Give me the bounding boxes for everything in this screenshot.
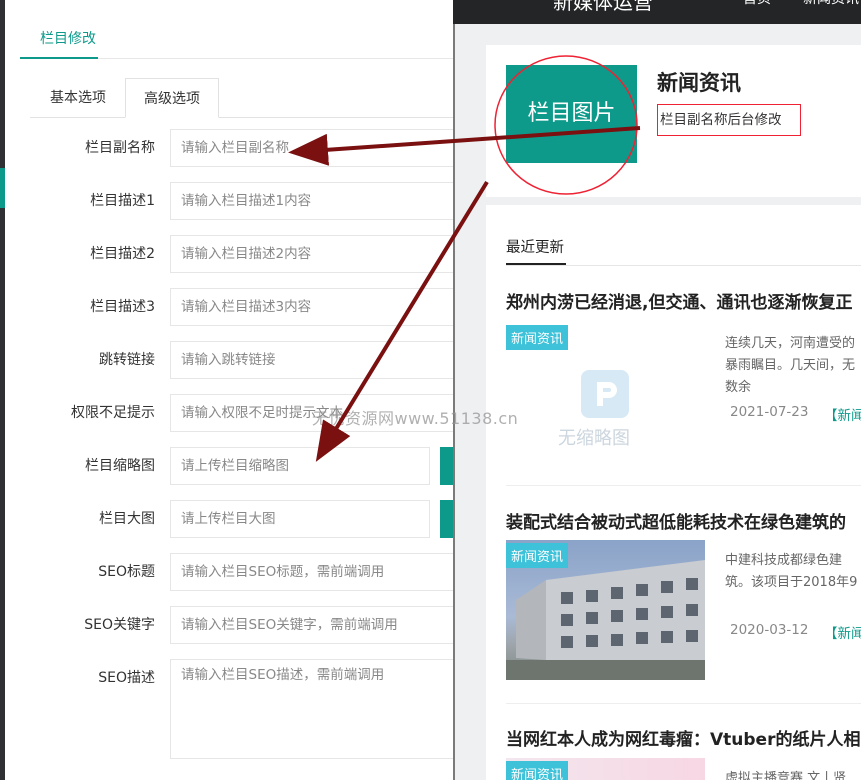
category-title: 新闻资讯 — [657, 71, 741, 95]
article-separator — [506, 703, 861, 704]
article-summary: 连续几天，河南遭受的暴雨瞩目。几天间，无数余 — [725, 336, 856, 395]
frontend-preview-panel: 新媒体运营 首页 新闻资讯 栏目图片 新闻资讯 栏目副名称后台修改 最近更新 郑… — [453, 0, 861, 780]
subtab-basic[interactable]: 基本选项 — [30, 78, 126, 118]
article-tag[interactable]: 新闻资讯 — [506, 761, 569, 780]
article-title[interactable]: 装配式结合被动式超低能耗技术在绿色建筑的 — [506, 508, 846, 533]
article-tag[interactable]: 新闻资讯 — [506, 325, 569, 350]
article-separator — [506, 485, 861, 486]
category-image: 栏目图片 — [506, 65, 637, 163]
article-summary: 中建科技成都绿色建筑。该项目于2018年9 — [725, 553, 858, 590]
preview-nav-home[interactable]: 首页 — [743, 0, 771, 8]
field-label-desc3: 栏目描述3 — [90, 299, 155, 315]
article-category-link[interactable]: 【新闻 — [824, 404, 861, 424]
article-title[interactable]: 郑州内涝已经消退,但交通、通讯也逐渐恢复正 — [506, 288, 852, 313]
field-label-seo-title: SEO标题 — [98, 564, 155, 580]
preview-header: 新媒体运营 首页 新闻资讯 — [453, 0, 861, 24]
watermark: 无忧资源网www.51138.cn — [312, 409, 519, 428]
field-label-permission: 权限不足提示 — [71, 405, 155, 421]
subname-input[interactable]: 请输入栏目副名称 — [170, 129, 460, 167]
field-label-thumbnail: 栏目缩略图 — [85, 458, 155, 474]
desc2-input[interactable]: 请输入栏目描述2内容 — [170, 235, 460, 273]
seo-title-input[interactable]: 请输入栏目SEO标题，需前端调用 — [170, 553, 460, 591]
desc1-input[interactable]: 请输入栏目描述1内容 — [170, 182, 460, 220]
preview-nav-news[interactable]: 新闻资讯 — [803, 0, 859, 8]
preview-border — [453, 24, 455, 780]
seo-desc-textarea[interactable]: 请输入栏目SEO描述，需前端调用 — [170, 659, 460, 759]
subtab-divider — [30, 117, 460, 118]
category-subtitle: 栏目副名称后台修改 — [657, 104, 801, 136]
article-tag[interactable]: 新闻资讯 — [506, 543, 569, 568]
preview-site-title: 新媒体运营 — [553, 0, 653, 14]
article-category-link[interactable]: 【新闻 — [824, 622, 861, 642]
subtab-advanced[interactable]: 高级选项 — [125, 78, 219, 118]
no-thumbnail-icon — [581, 370, 629, 418]
tab-column-edit[interactable]: 栏目修改 — [40, 28, 96, 48]
desc3-input[interactable]: 请输入栏目描述3内容 — [170, 288, 460, 326]
field-label-desc2: 栏目描述2 — [90, 246, 155, 262]
article-title[interactable]: 当网红本人成为网红毒瘤：Vtuber的纸片人相 — [506, 725, 860, 750]
field-label-banner: 栏目大图 — [99, 511, 155, 527]
article-date: 2021-07-23 — [730, 404, 809, 420]
article-summary: 虚拟主播竞赛 文丨贤 — [725, 771, 847, 780]
article-date: 2020-03-12 — [730, 622, 809, 638]
banner-input[interactable]: 请上传栏目大图 — [170, 500, 430, 538]
field-label-seo-keywords: SEO关键字 — [84, 617, 155, 633]
recent-underline — [506, 263, 566, 265]
field-label-subname: 栏目副名称 — [85, 140, 155, 156]
seo-keywords-input[interactable]: 请输入栏目SEO关键字，需前端调用 — [170, 606, 460, 644]
tab-active-underline — [20, 57, 98, 59]
no-thumbnail-text: 无缩略图 — [558, 428, 630, 449]
no-thumbnail-glyph — [597, 382, 617, 406]
recent-title: 最近更新 — [506, 240, 564, 256]
recent-divider — [506, 265, 861, 266]
link-input[interactable]: 请输入跳转链接 — [170, 341, 460, 379]
thumbnail-input[interactable]: 请上传栏目缩略图 — [170, 447, 430, 485]
app-side-accent — [0, 168, 5, 208]
field-label-link: 跳转链接 — [99, 352, 155, 368]
app-side-edge — [0, 0, 5, 780]
field-label-desc1: 栏目描述1 — [90, 193, 155, 209]
field-label-seo-desc: SEO描述 — [98, 670, 155, 686]
